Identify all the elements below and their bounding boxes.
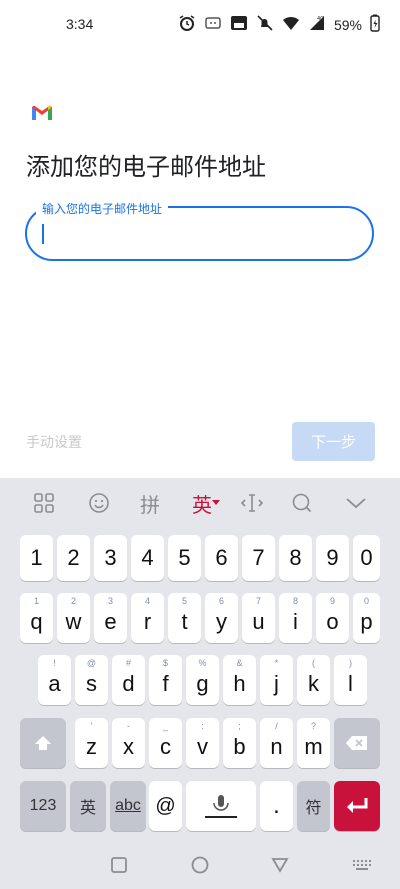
key[interactable]: & h <box>223 655 256 705</box>
page-title: 添加您的电子邮件地址 <box>26 153 266 181</box>
at-key[interactable]: @ <box>149 781 182 831</box>
email-input[interactable] <box>45 218 349 250</box>
svg-text:4G: 4G <box>317 16 324 22</box>
soft-keyboard: 拼 英 1 2 3 4 5 6 7 8 9 0 1q 2w 3e 4r 5t 6… <box>0 478 400 848</box>
key[interactable]: 2w <box>57 593 90 643</box>
emoji-icon[interactable] <box>85 490 113 516</box>
battery-percent: 59% <box>333 17 362 33</box>
system-nav-bar <box>0 848 400 889</box>
enter-icon <box>347 798 368 813</box>
volte-icon <box>230 14 248 36</box>
key[interactable]: ! a <box>38 655 71 705</box>
key[interactable]: * j <box>260 655 293 705</box>
key[interactable]: # d <box>112 655 145 705</box>
home-icon[interactable] <box>190 855 210 879</box>
key[interactable]: 3 <box>94 535 127 581</box>
key[interactable]: $ f <box>149 655 182 705</box>
backspace-icon <box>346 736 367 750</box>
key[interactable]: 1 <box>20 535 53 581</box>
key[interactable]: / n <box>260 718 293 768</box>
alarm-icon <box>178 14 196 36</box>
key[interactable]: 5t <box>168 593 201 643</box>
backspace-key[interactable] <box>334 718 380 768</box>
app-notification-icon <box>204 14 222 36</box>
search-icon[interactable] <box>288 490 316 516</box>
key[interactable]: ; b <box>223 718 256 768</box>
key[interactable]: 8i <box>279 593 312 643</box>
key[interactable]: @ s <box>75 655 108 705</box>
key[interactable]: 1q <box>20 593 53 643</box>
key[interactable]: ) l <box>334 655 367 705</box>
key[interactable]: 6y <box>205 593 238 643</box>
period-key[interactable]: . <box>260 781 293 831</box>
status-icons: 4G 59% <box>178 14 380 36</box>
status-bar: 3:34 4G 59% <box>0 0 400 50</box>
key[interactable]: 0p <box>353 593 380 643</box>
wifi-icon <box>282 14 300 36</box>
key[interactable]: 4 <box>131 535 164 581</box>
key[interactable]: ' z <box>75 718 108 768</box>
key[interactable]: _ c <box>149 718 182 768</box>
keyboard-switch-icon[interactable] <box>352 858 372 877</box>
key[interactable]: (k <box>297 655 330 705</box>
key[interactable]: 9 <box>316 535 349 581</box>
battery-icon <box>370 14 380 36</box>
abc-key[interactable]: abc <box>110 781 146 831</box>
key[interactable]: 7u <box>242 593 275 643</box>
key[interactable]: :v <box>186 718 219 768</box>
language-mode-label: 英 <box>192 492 212 517</box>
email-field-label: 输入您的电子邮件地址 <box>36 200 169 217</box>
manual-setup-link[interactable]: 手动设置 <box>26 432 82 452</box>
signal-4g-icon: 4G <box>308 14 326 36</box>
language-switch-key[interactable]: 英 <box>70 781 106 831</box>
recent-apps-icon[interactable] <box>110 856 128 878</box>
key[interactable]: 3e <box>94 593 127 643</box>
key[interactable]: 2 <box>57 535 90 581</box>
key[interactable]: % g <box>186 655 219 705</box>
pinyin-toggle[interactable]: 拼 <box>136 490 164 517</box>
key[interactable]: 6 <box>205 535 238 581</box>
grid-menu-icon[interactable] <box>30 490 58 516</box>
cursor-move-icon[interactable] <box>238 490 266 516</box>
numeric-mode-key[interactable]: 123 <box>20 781 66 831</box>
shift-key[interactable] <box>20 718 66 768</box>
mute-icon <box>256 14 274 36</box>
chevron-down-icon <box>212 500 220 505</box>
next-button[interactable]: 下一步 <box>292 422 375 461</box>
key[interactable]: 4r <box>131 593 164 643</box>
key[interactable]: ? m <box>297 718 330 768</box>
key[interactable]: 9o <box>316 593 349 643</box>
text-cursor <box>42 224 44 244</box>
back-icon[interactable] <box>271 856 289 878</box>
microphone-icon <box>205 795 237 818</box>
key[interactable]: 8 <box>279 535 312 581</box>
key[interactable]: 0 <box>353 535 380 581</box>
shift-icon <box>35 736 51 750</box>
collapse-keyboard-icon[interactable] <box>342 490 370 516</box>
symbol-key[interactable]: 符 <box>297 781 330 831</box>
language-mode-toggle[interactable]: 英 <box>188 490 224 517</box>
enter-key[interactable] <box>334 781 380 831</box>
key[interactable]: -x <box>112 718 145 768</box>
space-key[interactable] <box>186 781 256 831</box>
status-time: 3:34 <box>66 16 94 32</box>
key[interactable]: 7 <box>242 535 275 581</box>
key[interactable]: 5 <box>168 535 201 581</box>
gmail-logo <box>30 101 54 125</box>
keyboard-toolbar: 拼 英 <box>0 478 400 528</box>
